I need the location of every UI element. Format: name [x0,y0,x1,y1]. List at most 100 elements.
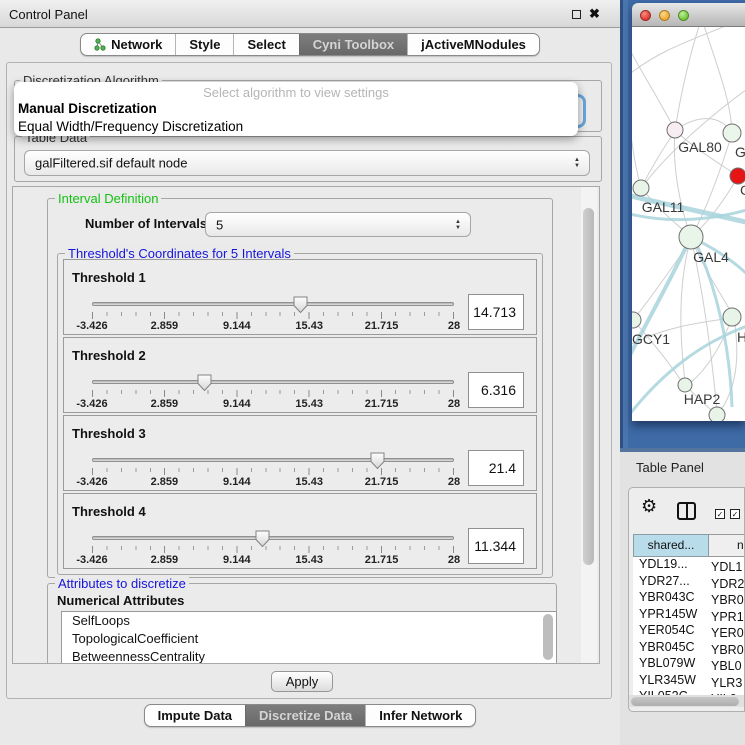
network-node-gcy1[interactable] [632,312,641,328]
network-edge[interactable] [632,67,641,188]
node-label: GCY1 [632,331,670,347]
scale-label: 28 [448,554,460,566]
table-row[interactable]: YPR145WYPR1 [633,607,745,624]
gear-icon[interactable]: ⚙ [641,496,657,517]
network-node-gal11[interactable] [633,180,649,196]
tab-label: Cyni Toolbox [313,37,394,52]
threshold-value-field[interactable]: 21.4 [468,450,524,486]
tab-cyni-toolbox[interactable]: Cyni Toolbox [299,34,407,55]
scale-label: 2.859 [151,398,179,410]
network-edge[interactable] [632,27,737,77]
node-label: GAL11 [642,199,685,215]
scale-label: -3.426 [76,554,107,566]
scale-label: 9.144 [223,398,251,410]
network-node[interactable] [709,407,725,421]
slider-thumb[interactable] [293,296,309,314]
slider-track[interactable] [92,380,454,384]
threshold-value-field[interactable]: 14.713 [468,294,524,330]
network-node-hap2[interactable] [678,378,692,392]
settings-scrollbar-thumb[interactable] [583,208,594,565]
float-window-icon[interactable] [572,10,581,19]
window-zoom-button[interactable] [678,10,689,21]
attributes-list-scrollbar[interactable] [543,614,553,660]
attribute-item-topologicalcoefficient[interactable]: TopologicalCoefficient [62,630,556,648]
table-hscrollbar-track[interactable] [629,695,745,707]
column-header-shared-name[interactable]: shared... [633,534,709,557]
network-node-gal4[interactable] [679,225,703,249]
slider-track[interactable] [92,458,454,462]
window-minimize-button[interactable] [659,10,670,21]
network-edge[interactable] [675,27,702,130]
tab-network[interactable]: Network [81,34,175,55]
slider-major-ticks [92,390,454,397]
threshold-slider[interactable]: -3.4262.8599.14415.4321.71528 [92,296,454,334]
number-of-intervals-spinner[interactable]: 5 ▲▼ [205,212,471,237]
threshold-panel-4: Threshold 4-3.4262.8599.14415.4321.71528… [63,493,537,569]
table-row[interactable]: YBL079WYBL0 [633,656,745,673]
table-row[interactable]: YBR045CYBR0 [633,640,745,657]
column-header-name[interactable]: n [709,534,745,557]
network-edge[interactable] [632,37,675,130]
slider-scale-labels: -3.4262.8599.14415.4321.71528 [92,554,454,566]
close-icon[interactable]: ✖ [589,6,600,22]
attribute-item-betweennesscentrality[interactable]: BetweennessCentrality [62,648,556,664]
tab-select[interactable]: Select [233,34,298,55]
window-close-button[interactable] [640,10,651,21]
table-row[interactable]: YLR345WYLR3 [633,673,745,690]
right-region: GAL80GACGAL11GAL4GCY1HHAP2 Table Panel ⚙… [620,0,745,745]
split-view-icon[interactable] [677,502,696,520]
scale-label: -3.426 [76,398,107,410]
slider-thumb[interactable] [370,452,386,470]
network-edge[interactable] [697,176,738,232]
tab-label: Infer Network [379,708,462,723]
scale-label: 2.859 [151,554,179,566]
network-edge[interactable] [702,27,732,131]
table-row[interactable]: YDR27...YDR2 [633,574,745,591]
threshold-value-field[interactable]: 11.344 [468,528,524,564]
network-node-gal80[interactable] [667,122,683,138]
tab-jactivemnodules[interactable]: jActiveMNodules [407,34,539,55]
table-data-combobox[interactable]: galFiltered.sif default node ▲▼ [24,150,590,176]
control-panel: Control Panel ✖ NetworkStyleSelectCyni T… [0,0,620,745]
cell-shared-name: YDL19... [633,557,707,571]
network-edge[interactable] [633,320,682,382]
network-window-titlebar[interactable] [632,3,745,27]
spinner-stepper-icon: ▲▼ [455,219,461,231]
tab-discretize-data[interactable]: Discretize Data [245,705,365,726]
node-label: HAP2 [684,391,721,407]
cell-shared-name: YER054C [633,623,707,637]
table-row[interactable]: YDL19...YDL1 [633,557,745,574]
network-node-ga[interactable] [723,124,741,142]
algorithm-placeholder: Select algorithm to view settings [14,82,578,100]
network-edge[interactable] [641,133,674,188]
apply-button[interactable]: Apply [271,671,333,692]
attribute-item-selfloops[interactable]: SelfLoops [62,612,556,630]
tab-style[interactable]: Style [175,34,233,55]
tab-label: jActiveMNodules [421,37,526,52]
slider-track[interactable] [92,536,454,540]
checkbox-icon[interactable]: ✓ [730,509,740,519]
network-node-h[interactable] [723,308,741,326]
table-panel-title: Table Panel [636,460,704,475]
threshold-slider[interactable]: -3.4262.8599.14415.4321.71528 [92,452,454,490]
slider-thumb[interactable] [255,530,271,548]
algorithm-option-manual-discretization[interactable]: Manual Discretization [14,100,578,118]
slider-major-ticks [92,546,454,553]
tab-impute-data[interactable]: Impute Data [145,705,245,726]
tab-infer-network[interactable]: Infer Network [365,705,475,726]
checkbox-icon[interactable]: ✓ [715,509,725,519]
table-row[interactable]: YBR043CYBR0 [633,590,745,607]
slider-thumb[interactable] [197,374,213,392]
slider-track[interactable] [92,302,454,306]
network-view[interactable]: GAL80GACGAL11GAL4GCY1HHAP2 [632,27,745,421]
table-hscrollbar-thumb[interactable] [631,697,739,706]
scale-label: 2.859 [151,320,179,332]
threshold-value-field[interactable]: 6.316 [468,372,524,408]
threshold-slider[interactable]: -3.4262.8599.14415.4321.71528 [92,530,454,568]
threshold-slider[interactable]: -3.4262.8599.14415.4321.71528 [92,374,454,412]
scale-label: 2.859 [151,476,179,488]
threshold-label: Threshold 1 [72,270,146,285]
table-row[interactable]: YER054CYER0 [633,623,745,640]
numerical-attributes-list[interactable]: SelfLoopsTopologicalCoefficientBetweenne… [61,611,557,664]
algorithm-option-equal-width-frequency-discretization[interactable]: Equal Width/Frequency Discretization [14,118,578,136]
